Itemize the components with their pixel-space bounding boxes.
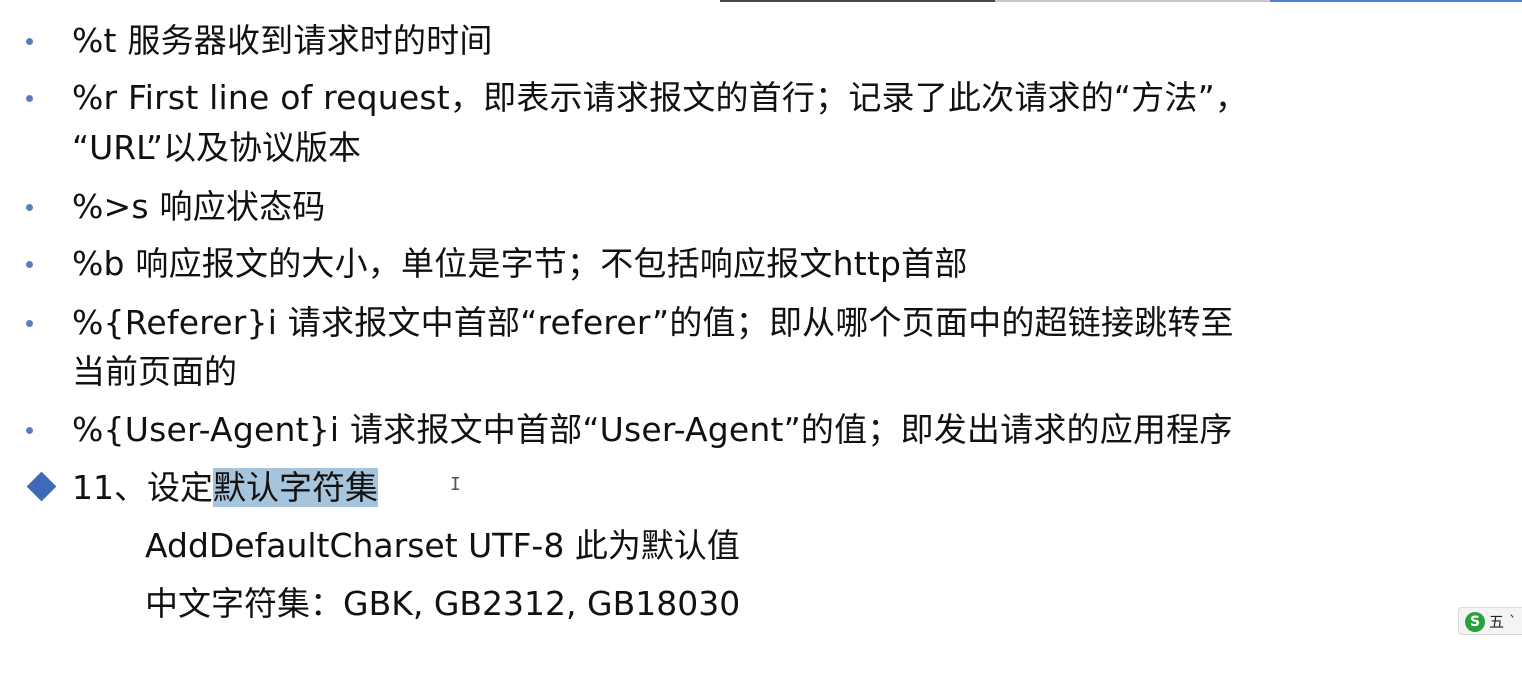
bullet-text-request-line: %r First line of request，即表示请求报文的首行；记录了此… bbox=[72, 78, 1249, 117]
bullet-text-response-size: %b 响应报文的大小，单位是字节；不包括响应报文http首部 bbox=[72, 244, 968, 283]
sogou-ime-icon[interactable]: S 五 ˋ bbox=[1458, 607, 1522, 635]
bullet-text-referer-cont: 当前页面的 bbox=[72, 352, 237, 391]
bullet-dot bbox=[26, 38, 33, 45]
bullet-text-request-line-cont: “URL”以及协议版本 bbox=[72, 128, 361, 167]
bullet-dot bbox=[26, 95, 33, 102]
bullet-text-user-agent: %{User-Agent}i 请求报文中首部“User-Agent”的值；即发出… bbox=[72, 410, 1233, 449]
slide-content: %t 服务器收到请求时的时间 %r First line of request，… bbox=[0, 0, 1522, 691]
bullet-dot bbox=[26, 320, 33, 327]
bullet-text-referer: %{Referer}i 请求报文中首部“referer”的值；即从哪个页面中的超… bbox=[72, 303, 1234, 342]
bullet-dot bbox=[26, 261, 33, 268]
bullet-text-time: %t 服务器收到请求时的时间 bbox=[72, 21, 493, 60]
ime-mode-label: 五 bbox=[1489, 613, 1505, 631]
section-heading[interactable]: 11、设定默认字符集 bbox=[72, 464, 378, 512]
charset-directive-line: AddDefaultCharset UTF-8 此为默认值 bbox=[145, 526, 740, 565]
selected-text-default-charset[interactable]: 默认字符集 bbox=[213, 468, 378, 507]
ime-logo: S bbox=[1465, 612, 1485, 632]
bullet-dot bbox=[26, 427, 33, 434]
bullet-dot bbox=[26, 204, 33, 211]
bullet-text-status-code: %>s 响应状态码 bbox=[72, 187, 326, 226]
ime-extra-label: ˋ bbox=[1509, 613, 1517, 631]
chinese-charset-line: 中文字符集：GBK, GB2312, GB18030 bbox=[145, 584, 741, 623]
text-cursor-icon: I bbox=[450, 474, 461, 495]
section-heading-prefix: 11、设定 bbox=[72, 468, 213, 507]
section-diamond-marker bbox=[26, 471, 57, 502]
